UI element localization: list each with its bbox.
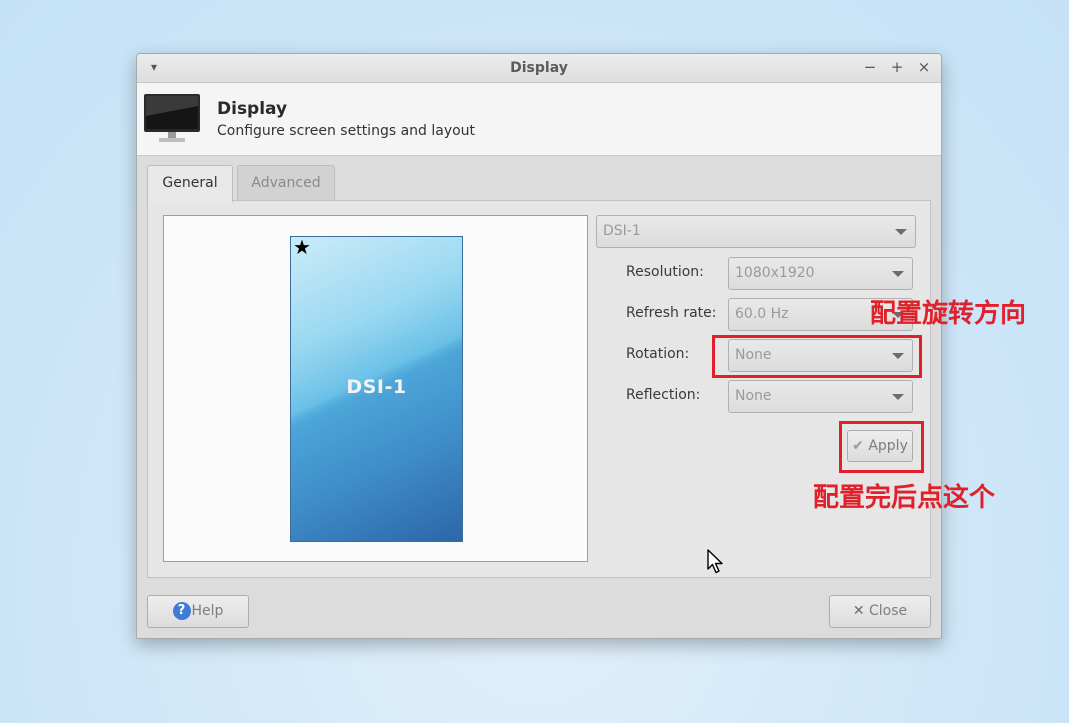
display-dsi-1[interactable]: ★ DSI-1 bbox=[290, 236, 463, 542]
rotation-highlight-box bbox=[712, 335, 922, 378]
screen-shine bbox=[291, 237, 462, 447]
resolution-select[interactable]: 1080x1920 bbox=[728, 257, 913, 290]
chevron-down-icon bbox=[892, 393, 904, 400]
display-select-value: DSI-1 bbox=[603, 223, 641, 239]
refresh-rate-label: Refresh rate: bbox=[626, 305, 717, 321]
tab-general[interactable]: General bbox=[147, 165, 233, 202]
reflection-select[interactable]: None bbox=[728, 380, 913, 413]
maximize-button[interactable]: + bbox=[888, 58, 906, 76]
close-x-icon: ✕ bbox=[852, 603, 865, 619]
reflection-value: None bbox=[735, 388, 772, 404]
apply-annotation: 配置完后点这个 bbox=[813, 483, 996, 513]
general-tab-panel: ★ DSI-1 DSI-1 Resolution: 1080x1920 Refr… bbox=[147, 200, 931, 578]
display-layout-preview: ★ DSI-1 bbox=[163, 215, 588, 562]
chevron-down-icon bbox=[895, 228, 907, 235]
rotation-label: Rotation: bbox=[626, 346, 690, 362]
close-button-label: Close bbox=[869, 603, 908, 619]
window-title: Display bbox=[510, 60, 568, 76]
close-window-button[interactable]: × bbox=[915, 58, 933, 76]
title-bar: ▾ Display − + × bbox=[137, 54, 941, 83]
dialog-header: Display Configure screen settings and la… bbox=[137, 83, 941, 156]
header-title: Display bbox=[217, 99, 288, 119]
mouse-pointer-icon bbox=[707, 549, 723, 574]
help-button-label: Help bbox=[191, 603, 224, 619]
monitor-icon bbox=[144, 94, 200, 142]
resolution-value: 1080x1920 bbox=[735, 265, 815, 281]
resolution-label: Resolution: bbox=[626, 264, 704, 280]
minimize-button[interactable]: − bbox=[861, 58, 879, 76]
primary-star-icon: ★ bbox=[293, 236, 311, 259]
refresh-rate-value: 60.0 Hz bbox=[735, 306, 789, 322]
header-subtitle: Configure screen settings and layout bbox=[217, 123, 476, 139]
reflection-label: Reflection: bbox=[626, 387, 701, 403]
chevron-down-icon bbox=[892, 270, 904, 277]
display-name-label: DSI-1 bbox=[346, 376, 407, 398]
display-select[interactable]: DSI-1 bbox=[596, 215, 916, 248]
help-button[interactable]: ? Help bbox=[147, 595, 249, 628]
close-button[interactable]: ✕ Close bbox=[829, 595, 931, 628]
help-icon: ? bbox=[172, 602, 191, 620]
tab-advanced[interactable]: Advanced bbox=[237, 165, 335, 200]
apply-highlight-box bbox=[839, 421, 924, 473]
rotation-annotation: 配置旋转方向 bbox=[870, 299, 1027, 329]
